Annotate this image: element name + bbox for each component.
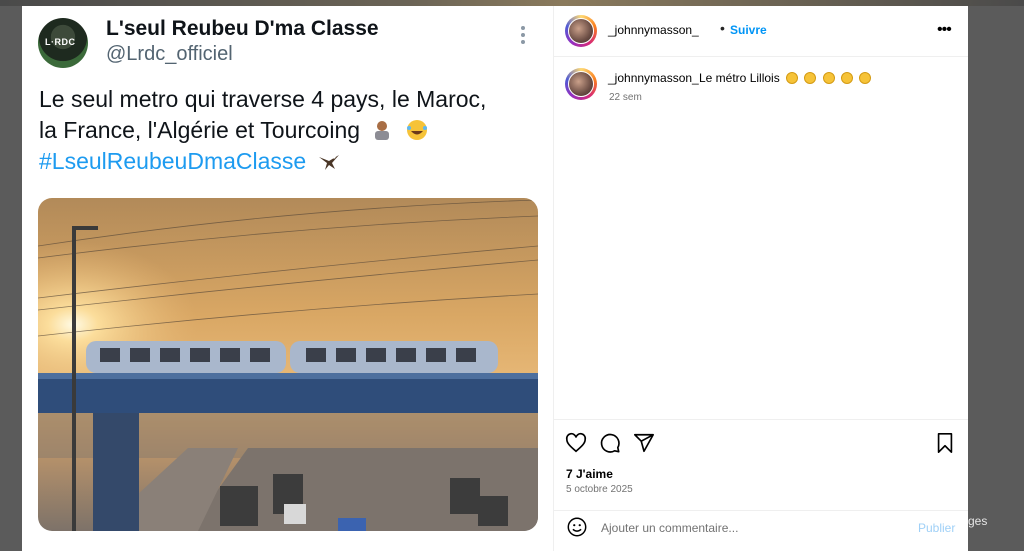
separator-dot: • xyxy=(720,20,725,36)
likes-count[interactable]: 7 J'aime xyxy=(566,467,613,481)
caption-username[interactable]: _johnnymasson_ xyxy=(608,71,699,85)
post-details-panel: _johnnymasson_ • Suivre ••• _johnnymasso… xyxy=(553,6,968,551)
actions-divider xyxy=(553,419,968,420)
heart-icon[interactable] xyxy=(565,432,587,454)
eagle-emoji xyxy=(318,155,339,170)
tweet-text: Le seul metro qui traverse 4 pays, le Ma… xyxy=(39,84,539,177)
tweet-more-icon xyxy=(520,26,526,48)
post-date: 5 octobre 2025 xyxy=(566,484,633,495)
tweet-avatar-logo-text: L·RDC xyxy=(45,37,76,47)
bookmark-icon[interactable] xyxy=(934,432,956,454)
tweet-text-line-3: #LseulReubeuDmaClasse xyxy=(39,146,539,177)
comment-divider xyxy=(553,510,968,511)
caption-avatar[interactable] xyxy=(565,68,597,100)
emoji-picker-icon[interactable] xyxy=(566,516,588,538)
comment-input[interactable]: Ajouter un commentaire... xyxy=(601,521,738,535)
tweet-text-line-2: la France, l'Algérie et Tourcoing xyxy=(39,115,539,146)
rofl-emoji xyxy=(841,72,854,84)
person-shrugging-emoji xyxy=(375,121,390,140)
laughing-crying-emoji xyxy=(406,120,427,140)
caption-text-words: Le métro Lillois xyxy=(699,71,780,85)
tweet-avatar: L·RDC xyxy=(38,18,88,68)
tweet-display-name: L'seul Reubeu D'ma Classe xyxy=(106,17,379,40)
more-options-icon[interactable]: ••• xyxy=(937,21,952,39)
follow-button[interactable]: Suivre xyxy=(730,23,767,37)
post-header: _johnnymasson_ • Suivre ••• xyxy=(553,6,968,57)
rofl-emoji xyxy=(804,72,817,84)
upside-down-face-emoji xyxy=(786,72,799,84)
caption-time-ago[interactable]: 22 sem xyxy=(609,92,642,103)
tweet-handle: @Lrdc_officiel xyxy=(106,43,233,65)
post-modal: L·RDC L'seul Reubeu D'ma Classe @Lrdc_of… xyxy=(22,6,968,551)
comment-icon[interactable] xyxy=(599,432,621,454)
rofl-emoji xyxy=(822,72,835,84)
tweet-photo-metro xyxy=(38,198,538,531)
background-partial-text: ges xyxy=(968,514,988,528)
share-icon[interactable] xyxy=(633,432,655,454)
tweet-text-line-2-words: la France, l'Algérie et Tourcoing xyxy=(39,117,361,143)
author-username[interactable]: _johnnymasson_ xyxy=(608,23,699,37)
caption-text: Le métro Lillois xyxy=(699,71,872,85)
rofl-emoji xyxy=(859,72,872,84)
tweet-hashtag: #LseulReubeuDmaClasse xyxy=(39,148,307,174)
publish-button[interactable]: Publier xyxy=(918,521,955,535)
author-avatar[interactable] xyxy=(565,15,597,47)
tweet-text-line-1: Le seul metro qui traverse 4 pays, le Ma… xyxy=(39,86,487,112)
post-media-image: L·RDC L'seul Reubeu D'ma Classe @Lrdc_of… xyxy=(22,6,554,551)
